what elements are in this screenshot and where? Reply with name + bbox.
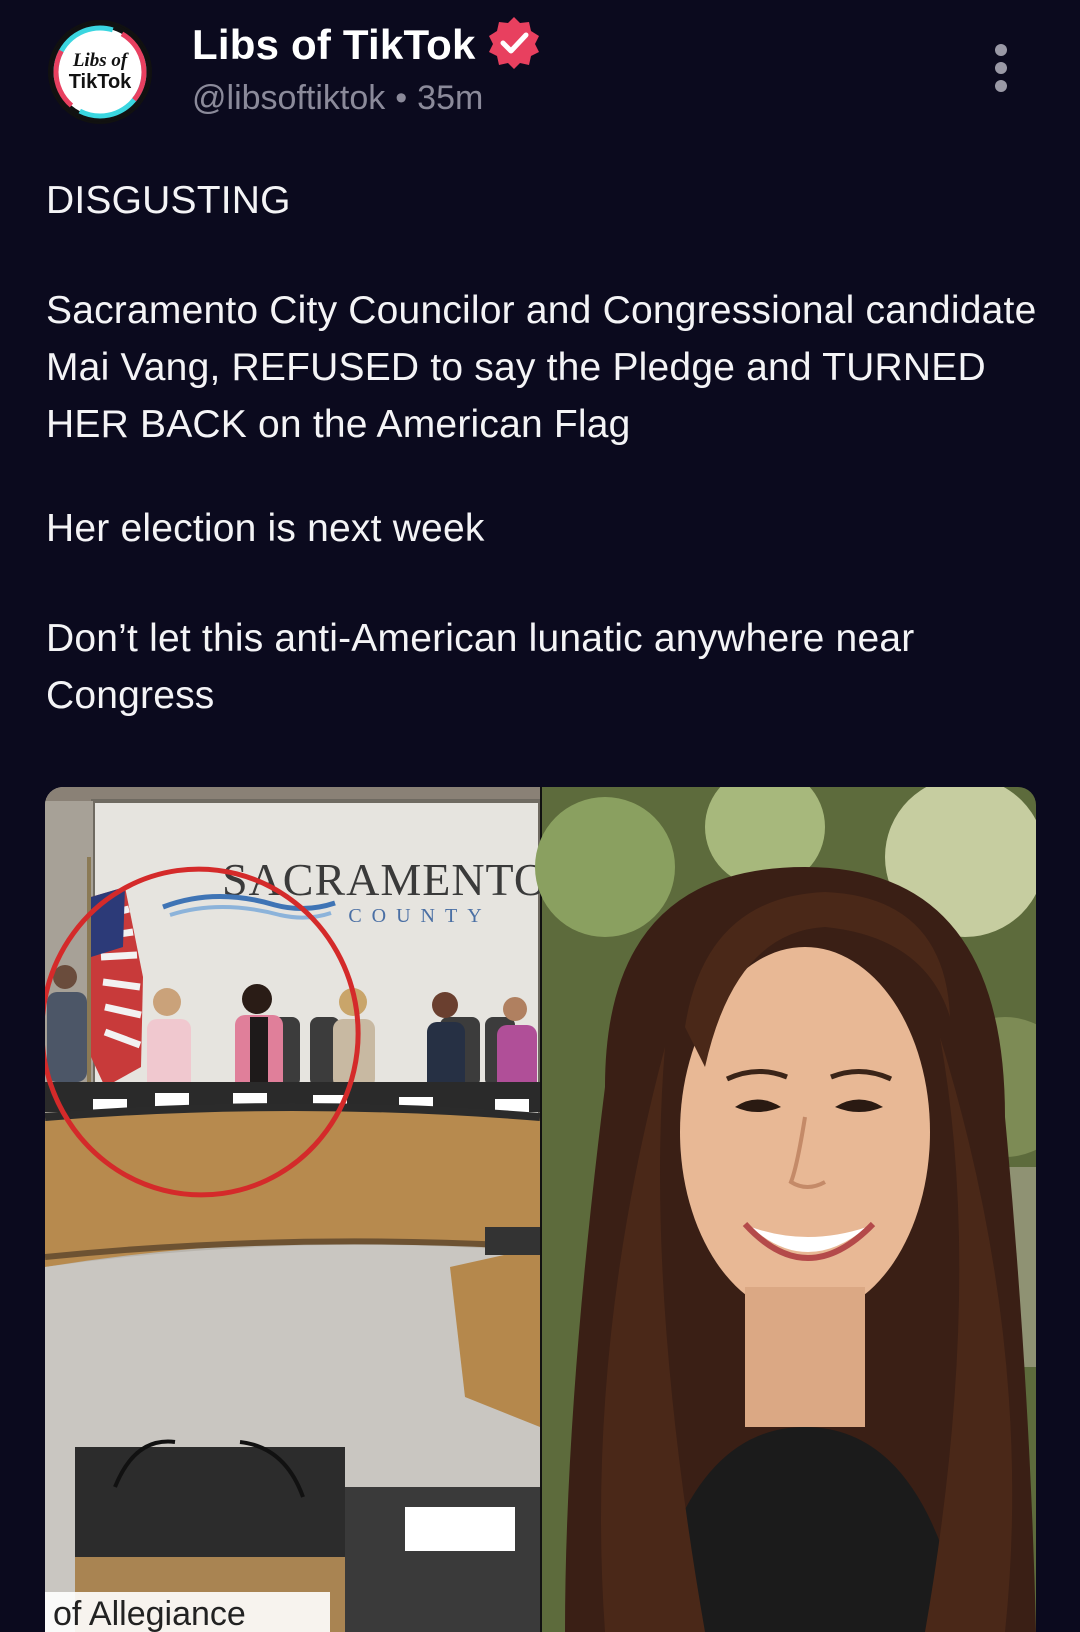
portrait-image [535, 787, 1036, 1632]
avatar-logo-icon: Libs of TikTok [50, 22, 150, 122]
post-text-paragraph: Don’t let this anti-American lunatic any… [46, 617, 915, 717]
post-text-paragraph: Her election is next week [46, 507, 485, 550]
post-timestamp[interactable]: 35m [417, 79, 483, 117]
video-caption: of Allegiance [45, 1592, 330, 1632]
post-header: Libs of TikTok Libs of TikTok @libsoftik… [0, 0, 1080, 150]
council-chamber-image: SACRAMENTO COUNTY [45, 787, 548, 1632]
post-text-paragraph: Sacramento City Councilor and Congressio… [46, 289, 1037, 446]
post-media[interactable]: SACRAMENTO COUNTY [45, 787, 1036, 1632]
svg-text:Libs of: Libs of [72, 50, 129, 71]
svg-text:TikTok: TikTok [69, 71, 132, 93]
meta-separator: • [395, 79, 408, 117]
more-options-icon[interactable] [986, 44, 1016, 98]
verified-badge-icon [486, 14, 542, 70]
svg-text:COUNTY: COUNTY [348, 905, 491, 927]
svg-text:SACRAMENTO: SACRAMENTO [222, 854, 548, 905]
avatar[interactable]: Libs of TikTok [48, 20, 152, 124]
post-text-line-headline: DISGUSTING [46, 179, 291, 222]
author-handle[interactable]: @libsoftiktok [192, 79, 385, 117]
post: Libs of TikTok Libs of TikTok @libsoftik… [0, 0, 1080, 1632]
author-display-name[interactable]: Libs of TikTok [192, 20, 476, 70]
author-meta: @libsoftiktok • 35m [192, 78, 483, 118]
